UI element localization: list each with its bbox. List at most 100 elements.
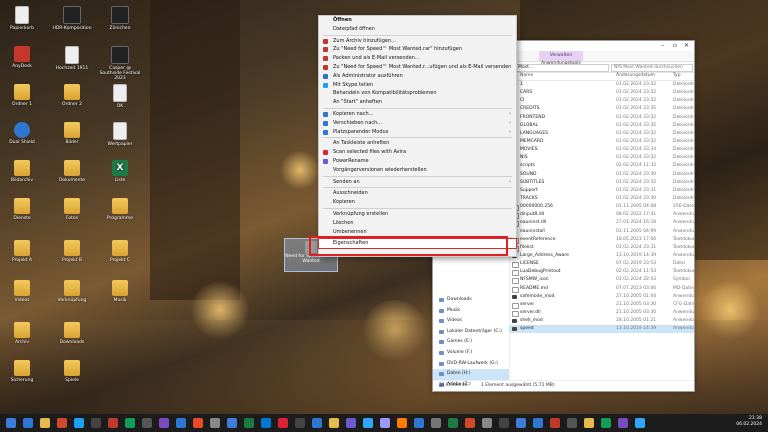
menu-item[interactable]: Zu "Need for Speed™ Most Wanted.rar" hin…	[319, 45, 516, 54]
taskbar-app-icon[interactable]	[57, 418, 67, 428]
taskbar-app-icon[interactable]	[244, 418, 254, 428]
file-row[interactable]: TRACKS 01.02.2024 23:30 Dateiordner	[509, 195, 694, 203]
desktop-icon[interactable]: Papierkorb	[0, 6, 44, 31]
menu-item[interactable]: An "Start" anheften	[319, 98, 516, 107]
taskbar-app-icon[interactable]	[584, 418, 594, 428]
taskbar-app-icon[interactable]	[550, 418, 560, 428]
taskbar-app-icon[interactable]	[74, 418, 84, 428]
system-clock[interactable]: 21:38 06.02.2024	[736, 416, 762, 428]
taskbar-app-icon[interactable]	[635, 418, 645, 428]
desktop-icon[interactable]: Bildarchiv	[0, 160, 44, 183]
desktop-icon[interactable]: Dienste	[0, 198, 44, 221]
menu-item[interactable]: Vorgängerversionen wiederherstellen	[319, 166, 516, 175]
taskbar-app-icon[interactable]	[363, 418, 373, 428]
taskbar-app-icon[interactable]	[618, 418, 628, 428]
menu-item[interactable]: Öffnen	[319, 16, 516, 25]
nav-item[interactable]: Volume (F:)	[433, 348, 509, 359]
file-row[interactable]: SUBTITLES 01.02.2024 23:32 Dateiordner	[509, 179, 694, 187]
file-row[interactable]: eventReference 18.05.2023 17:06 Textdokume…	[509, 236, 694, 244]
file-row[interactable]: server.dll 21.10.2005 03:30 Anwendungserw.	[509, 309, 694, 317]
taskbar-app-icon[interactable]	[227, 418, 237, 428]
taskbar-app-icon[interactable]	[533, 418, 543, 428]
taskbar-app-icon[interactable]	[329, 418, 339, 428]
file-row[interactable]: LICENSE 07.02.2019 23:53 Datei	[509, 260, 694, 269]
column-type[interactable]: Typ	[673, 73, 681, 78]
menu-item[interactable]: Mit Skype teilen	[319, 81, 516, 90]
file-row[interactable]: filelist 01.02.2024 23:31 Textdokument	[509, 244, 694, 252]
file-row[interactable]: safemode_mod 27.10.2005 01:44 Anwendung	[509, 293, 694, 301]
taskbar-app-icon[interactable]	[312, 418, 322, 428]
menu-item[interactable]: Als Administrator ausführen	[319, 72, 516, 81]
desktop-icon[interactable]: Dual Shield	[0, 122, 44, 145]
desktop-icon[interactable]: Downloads	[50, 322, 94, 345]
file-row[interactable]: eauninstall 01.11.2005 04:09 Anwendung	[509, 228, 694, 236]
minimize-icon[interactable]: –	[661, 42, 664, 49]
menu-item[interactable]: Zu "Need for Speed™ Most Wanted.r...ufüg…	[319, 63, 516, 72]
desktop-icon[interactable]: Dokumente	[50, 160, 94, 183]
file-row[interactable]: speed 13.10.2019 14:39 Anwendung	[509, 325, 694, 334]
taskbar-app-icon[interactable]	[295, 418, 305, 428]
tab-verwalten[interactable]: Verwalten	[539, 51, 583, 61]
file-row[interactable]: 00000000.256 01.11.2005 04:08 256-Datei	[509, 203, 694, 212]
desktop-icon[interactable]: Musik	[98, 280, 142, 303]
menu-item[interactable]: Verknüpfung erstellen	[319, 210, 516, 219]
menu-item[interactable]: Packen und als E-Mail versenden...	[319, 54, 516, 63]
taskbar-app-icon[interactable]	[380, 418, 390, 428]
file-row[interactable]: FRONTEND 01.02.2024 23:32 Dateiordner	[509, 114, 694, 122]
menu-item[interactable]: Verschieben nach... ›	[319, 119, 516, 128]
menu-item[interactable]: Scan selected files with Avira	[319, 148, 516, 157]
menu-item[interactable]: Platzsparender Modus ›	[319, 128, 516, 137]
taskbar-app-icon[interactable]	[431, 418, 441, 428]
taskbar-app-icon[interactable]	[210, 418, 220, 428]
file-row[interactable]: GLOBAL 01.02.2024 23:35 Dateiordner	[509, 122, 694, 130]
desktop-icon[interactable]: HDR-Komposition	[50, 6, 94, 31]
taskbar-app-icon[interactable]	[108, 418, 118, 428]
menu-item[interactable]: PowerRename	[319, 157, 516, 166]
file-row[interactable]: MEMCARD 01.02.2024 23:32 Dateiordner	[509, 138, 694, 146]
menu-item[interactable]: Ausschneiden	[319, 189, 516, 198]
file-row[interactable]: Support 01.02.2024 23:31 Dateiordner	[509, 187, 694, 195]
desktop-icon[interactable]: Casper @ Southside Festival 2023	[98, 46, 142, 81]
desktop-icon[interactable]: Ordner 1	[0, 84, 44, 107]
taskbar-app-icon[interactable]	[499, 418, 509, 428]
taskbar-app-icon[interactable]	[465, 418, 475, 428]
desktop-icon[interactable]: Projekt A	[0, 240, 44, 263]
file-row[interactable]: CARS 01.02.2024 23:32 Dateiordner	[509, 89, 694, 97]
taskbar-app-icon[interactable]	[23, 418, 33, 428]
taskbar-app-icon[interactable]	[159, 418, 169, 428]
taskbar-app-icon[interactable]	[397, 418, 407, 428]
file-row[interactable]: NIS 01.02.2024 23:32 Dateiordner	[509, 154, 694, 162]
menu-item[interactable]: Löschen	[319, 219, 516, 228]
taskbar-app-icon[interactable]	[278, 418, 288, 428]
file-row[interactable]: 1 01.02.2024 23:32 Dateiordner	[509, 81, 694, 89]
file-row[interactable]: SOUND 01.02.2024 23:30 Dateiordner	[509, 171, 694, 179]
desktop-icon[interactable]: Verknüpfung	[50, 280, 94, 303]
file-row[interactable]: CI 01.02.2024 23:32 Dateiordner	[509, 97, 694, 105]
file-row[interactable]: NFSMW_icon 01.02.2024 22:53 Symbol	[509, 276, 694, 285]
desktop-icon[interactable]: Hochzeit 1911	[50, 46, 94, 71]
file-row[interactable]: CREDITS 01.02.2024 23:35 Dateiordner	[509, 105, 694, 113]
file-row[interactable]: Large_Address_Aware 13.10.2019 14:39 Anwen…	[509, 252, 694, 260]
file-row[interactable]: dinput8.dll 08.02.2022 17:41 Anwendungserw…	[509, 211, 694, 220]
desktop-icon[interactable]: Fotos	[50, 198, 94, 221]
nav-item[interactable]: Downloads	[433, 295, 509, 306]
desktop-icon[interactable]: Projekt C	[98, 240, 142, 263]
file-row[interactable]: server 21.10.2005 03:30 CFG-Datei	[509, 301, 694, 309]
nav-item[interactable]: DVD-RW-Laufwerk (G:)	[433, 359, 509, 370]
menu-item[interactable]: Behandeln von Kompatibilitätsproblemen	[319, 89, 516, 98]
taskbar-app-icon[interactable]	[448, 418, 458, 428]
taskbar-app-icon[interactable]	[567, 418, 577, 428]
taskbar-app-icon[interactable]	[91, 418, 101, 428]
taskbar-app-icon[interactable]	[601, 418, 611, 428]
menu-item[interactable]: Kopieren	[319, 198, 516, 207]
taskbar-app-icon[interactable]	[261, 418, 271, 428]
desktop-icon[interactable]: Spiele	[50, 360, 94, 383]
desktop-icon[interactable]: Ordner 2	[50, 84, 94, 107]
nav-item[interactable]: Games (E:)	[433, 337, 509, 348]
desktop-icon[interactable]: X Liste	[98, 160, 142, 183]
nav-item[interactable]: Lokaler Datenträger (C:)	[433, 327, 509, 338]
taskbar-app-icon[interactable]	[142, 418, 152, 428]
desktop-icon[interactable]: AnyDesk	[0, 46, 44, 69]
file-row[interactable]: scripts 02.02.2024 11:32 Dateiordner	[509, 162, 694, 170]
file-row[interactable]: shell_mod 28.10.2005 01:21 Anwendung	[509, 317, 694, 325]
